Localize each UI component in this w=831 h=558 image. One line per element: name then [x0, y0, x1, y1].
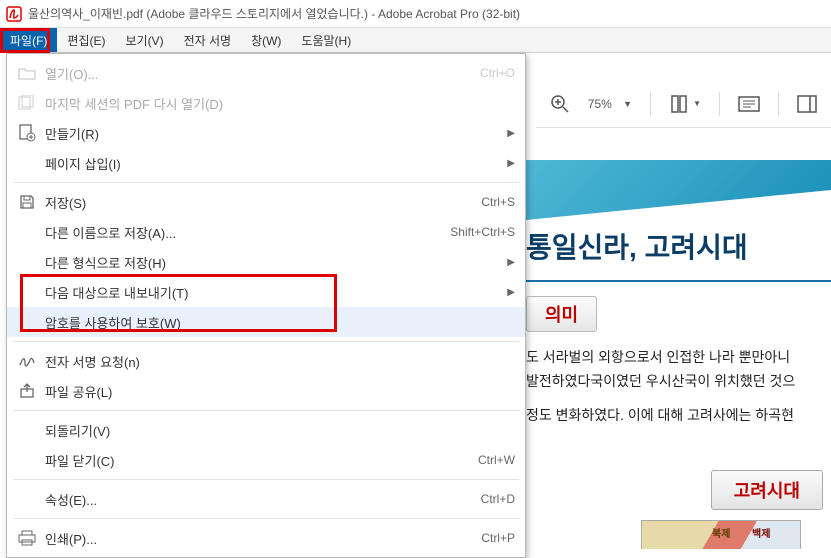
menu-item-label: 파일 공유(L) [41, 382, 425, 401]
menu-edit[interactable]: 편집(E) [57, 28, 115, 52]
menu-separator [13, 410, 519, 411]
menu-item-label: 암호를 사용하여 보호(W) [41, 313, 425, 332]
separator [719, 92, 720, 116]
share-icon [13, 383, 41, 399]
menu-view[interactable]: 보기(V) [115, 28, 173, 52]
menu-item-label: 다른 이름으로 저장(A)... [41, 223, 425, 242]
menu-item-label: 마지막 세션의 PDF 다시 열기(D) [41, 94, 425, 113]
menu-item-label: 페이지 삽입(I) [41, 154, 411, 173]
menu-item-close-file[interactable]: 파일 닫기(C) Ctrl+W [7, 445, 525, 475]
signature-icon [13, 354, 41, 368]
menu-item-label: 만들기(R) [41, 124, 411, 143]
toolbar: 75% ▼ ▼ [536, 80, 831, 128]
decorative-wave [526, 160, 831, 220]
menu-item-revert[interactable]: 되돌리기(V) [7, 415, 525, 445]
menu-item-shortcut: Shift+Ctrl+S [425, 225, 515, 239]
window-title: 울산의역사_이재빈.pdf (Adobe 클라우드 스토리지에서 열었습니다.)… [28, 5, 520, 22]
menu-item-save-as[interactable]: 다른 이름으로 저장(A)... Shift+Ctrl+S [7, 217, 525, 247]
menu-item-label: 저장(S) [41, 193, 425, 212]
menu-item-export-to[interactable]: 다음 대상으로 내보내기(T) ▶ [7, 277, 525, 307]
create-icon [13, 124, 41, 142]
menu-separator [13, 518, 519, 519]
menu-item-request-signatures[interactable]: 전자 서명 요청(n) [7, 346, 525, 376]
menu-help[interactable]: 도움말(H) [291, 28, 361, 52]
chevron-right-icon: ▶ [501, 158, 515, 169]
separator [650, 92, 651, 116]
map-label: 북제 [712, 525, 730, 540]
menu-item-shortcut: Ctrl+S [425, 195, 515, 209]
page-headline: 통일신라, 고려시대 [526, 220, 831, 282]
menu-window[interactable]: 창(W) [241, 28, 291, 52]
folder-open-icon [13, 66, 41, 80]
chevron-down-icon: ▼ [693, 99, 701, 108]
menu-item-shortcut: Ctrl+P [425, 531, 515, 545]
menu-item-label: 전자 서명 요청(n) [41, 352, 425, 371]
menu-separator [13, 341, 519, 342]
menu-item-insert-pages[interactable]: 페이지 삽입(I) ▶ [7, 148, 525, 178]
chevron-right-icon: ▶ [501, 287, 515, 298]
zoom-level[interactable]: 75% ▼ [588, 97, 632, 111]
chevron-right-icon: ▶ [501, 128, 515, 139]
map-label: 백제 [752, 525, 770, 540]
section-heading: 의미 [526, 296, 597, 332]
menu-item-label: 열기(O)... [41, 64, 425, 83]
menu-esign[interactable]: 전자 서명 [174, 28, 242, 52]
menu-item-label: 다른 형식으로 저장(H) [41, 253, 411, 272]
history-icon [13, 95, 41, 111]
menu-item-protect-password[interactable]: 암호를 사용하여 보호(W) [7, 307, 525, 337]
menu-item-label: 파일 닫기(C) [41, 451, 425, 470]
zoom-value: 75% [588, 97, 612, 111]
separator [778, 92, 779, 116]
menu-separator [13, 182, 519, 183]
map-thumbnail: 북제 백제 [641, 520, 801, 549]
read-mode-button[interactable] [738, 96, 760, 112]
text-line: 도 서라벌의 외항으로서 인접한 나라 뿐만아니 [526, 346, 831, 370]
document-viewport: 통일신라, 고려시대 의미 도 서라벌의 외항으로서 인접한 나라 뿐만아니 발… [526, 160, 831, 549]
menu-item-shortcut: Ctrl+W [425, 453, 515, 467]
menu-separator [13, 479, 519, 480]
menu-item-reopen[interactable]: 마지막 세션의 PDF 다시 열기(D) [7, 88, 525, 118]
chevron-down-icon: ▼ [623, 99, 632, 109]
text-line: 정도 변화하였다. 이에 대해 고려사에는 하곡현 [526, 404, 831, 428]
menu-item-save[interactable]: 저장(S) Ctrl+S [7, 187, 525, 217]
page-display-button[interactable]: ▼ [669, 94, 701, 114]
zoom-in-button[interactable] [550, 94, 570, 114]
file-menu-dropdown: 열기(O)... Ctrl+O 마지막 세션의 PDF 다시 열기(D) 만들기… [6, 53, 526, 558]
text-line: 발전하였다국이였던 우시산국이 위치했던 것으 [526, 370, 831, 394]
menu-item-open[interactable]: 열기(O)... Ctrl+O [7, 58, 525, 88]
print-icon [13, 530, 41, 546]
menu-item-label: 다음 대상으로 내보내기(T) [41, 283, 411, 302]
menu-item-save-other[interactable]: 다른 형식으로 저장(H) ▶ [7, 247, 525, 277]
menu-bar: 파일(F) 편집(E) 보기(V) 전자 서명 창(W) 도움말(H) [0, 28, 831, 53]
body-text: 도 서라벌의 외항으로서 인접한 나라 뿐만아니 발전하였다국이였던 우시산국이… [526, 346, 831, 427]
menu-file[interactable]: 파일(F) [0, 28, 57, 52]
acrobat-icon [6, 6, 22, 22]
menu-item-label: 되돌리기(V) [41, 421, 425, 440]
menu-item-share[interactable]: 파일 공유(L) [7, 376, 525, 406]
chevron-right-icon: ▶ [501, 257, 515, 268]
save-icon [13, 194, 41, 210]
menu-item-properties[interactable]: 속성(E)... Ctrl+D [7, 484, 525, 514]
panel-button[interactable] [797, 95, 817, 113]
menu-item-shortcut: Ctrl+D [425, 492, 515, 506]
menu-item-label: 인쇄(P)... [41, 529, 425, 548]
title-bar: 울산의역사_이재빈.pdf (Adobe 클라우드 스토리지에서 열었습니다.)… [0, 0, 831, 28]
menu-item-label: 속성(E)... [41, 490, 425, 509]
menu-item-create[interactable]: 만들기(R) ▶ [7, 118, 525, 148]
menu-item-shortcut: Ctrl+O [425, 66, 515, 80]
era-button: 고려시대 [711, 470, 823, 510]
